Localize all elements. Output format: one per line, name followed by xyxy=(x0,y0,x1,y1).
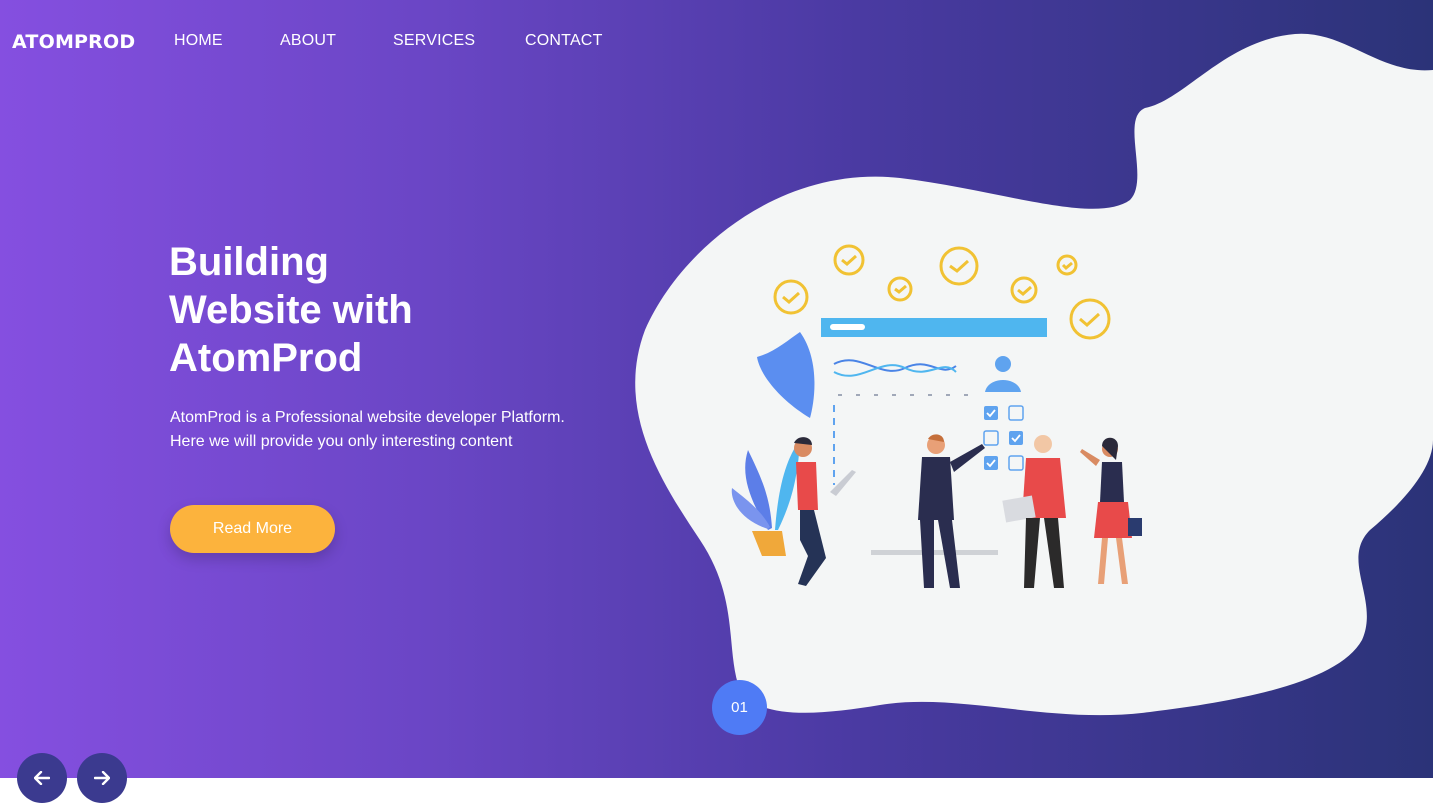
read-more-button[interactable]: Read More xyxy=(170,505,335,553)
nav-services-link[interactable]: SERVICES xyxy=(393,32,475,50)
brand-logo[interactable]: ATOMPROD xyxy=(12,31,135,53)
next-slide-button[interactable] xyxy=(77,753,127,803)
checkbox-grid xyxy=(983,405,1024,471)
hero-description: AtomProd is a Professional website devel… xyxy=(170,406,630,454)
top-navigation: ATOMPROD HOME ABOUT SERVICES CONTACT xyxy=(0,0,1433,84)
hero-headline: Building Website with AtomProd xyxy=(169,238,413,382)
hero-section: ATOMPROD HOME ABOUT SERVICES CONTACT Bui… xyxy=(0,0,1433,778)
headline-line: Building xyxy=(169,240,329,284)
background-blob xyxy=(635,33,1433,716)
nav-about-link[interactable]: ABOUT xyxy=(280,32,336,50)
plant-pot xyxy=(752,531,786,556)
previous-slide-button[interactable] xyxy=(17,753,67,803)
arrow-right-icon xyxy=(94,771,110,785)
headline-line: Website with xyxy=(169,288,413,332)
headline-line: AtomProd xyxy=(169,336,363,380)
leaf-decoration xyxy=(757,332,815,418)
person-pointing xyxy=(918,434,985,588)
description-line: Here we will provide you only interestin… xyxy=(170,433,513,450)
person-with-bag xyxy=(1080,437,1142,584)
description-line: AtomProd is a Professional website devel… xyxy=(170,409,565,426)
slide-number-badge: 01 xyxy=(712,680,767,735)
team-checklist-illustration xyxy=(731,244,1142,588)
arrow-left-icon xyxy=(34,771,50,785)
person-with-laptop xyxy=(794,437,856,586)
person-red-shirt xyxy=(1002,435,1066,588)
nav-home-link[interactable]: HOME xyxy=(174,32,223,50)
nav-contact-link[interactable]: CONTACT xyxy=(525,32,603,50)
